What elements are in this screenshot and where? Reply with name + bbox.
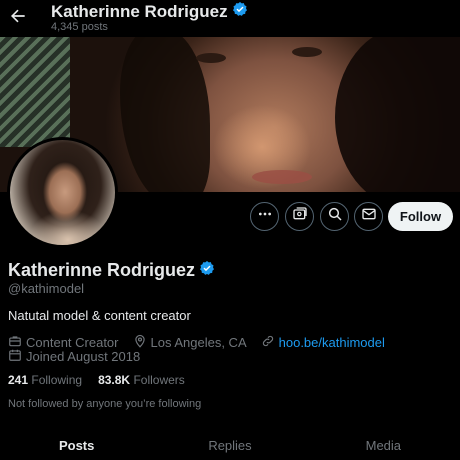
followers-count: 83.8K	[98, 373, 131, 387]
followed-by-note: Not followed by anyone you’re following	[8, 398, 202, 410]
search-profile-button[interactable]	[320, 202, 349, 231]
envelope-icon	[361, 206, 377, 227]
profile-avatar[interactable]	[7, 137, 118, 248]
calendar-icon	[8, 348, 22, 365]
tab-replies[interactable]: Replies	[153, 430, 306, 460]
following-count: 241	[8, 373, 29, 387]
following-label: Following	[31, 373, 83, 387]
tab-media[interactable]: Media	[307, 430, 460, 460]
image-stack-icon	[292, 206, 308, 227]
profile-joined-date: Joined August 2018	[26, 349, 141, 364]
top-display-name-text: Katherinne Rodriguez	[51, 1, 228, 21]
back-arrow-icon[interactable]	[6, 4, 30, 28]
banner-mouth	[252, 170, 312, 184]
banner-eye-left	[196, 53, 226, 63]
profile-website-link[interactable]: hoo.be/kathimodel	[279, 335, 385, 350]
profile-location: Los Angeles, CA	[150, 335, 247, 350]
profile-display-name: Katherinne Rodriguez	[8, 260, 215, 281]
banner-eye-right	[292, 47, 322, 57]
followers-label: Followers	[133, 373, 185, 387]
follow-counts: 241 Following 83.8K Followers	[8, 373, 185, 387]
message-button[interactable]	[354, 202, 383, 231]
subscription-button[interactable]	[285, 202, 314, 231]
profile-bio: Natutal model & content creator	[8, 308, 191, 323]
banner-leaf	[0, 37, 70, 147]
followers-link[interactable]: 83.8K Followers	[98, 373, 185, 387]
more-dots-icon	[257, 206, 273, 227]
banner-hair-left	[120, 37, 210, 192]
posts-count: 4,345 posts	[51, 21, 108, 33]
link-icon	[261, 334, 275, 351]
profile-tabs: Posts Replies Media	[0, 430, 460, 460]
follow-button[interactable]: Follow	[388, 202, 453, 231]
verified-badge-icon[interactable]	[199, 260, 215, 281]
top-display-name: Katherinne Rodriguez	[51, 1, 248, 22]
following-link[interactable]: 241 Following	[8, 373, 82, 387]
search-icon	[327, 206, 343, 227]
profile-handle: @kathimodel	[8, 281, 85, 296]
top-bar: Katherinne Rodriguez 4,345 posts	[0, 0, 460, 37]
more-options-button[interactable]	[250, 202, 279, 231]
tab-posts[interactable]: Posts	[0, 430, 153, 460]
verified-badge-icon	[232, 1, 248, 22]
banner-hair-right	[335, 37, 460, 192]
profile-display-name-text: Katherinne Rodriguez	[8, 260, 196, 280]
profile-joined-row: Joined August 2018	[8, 348, 140, 365]
